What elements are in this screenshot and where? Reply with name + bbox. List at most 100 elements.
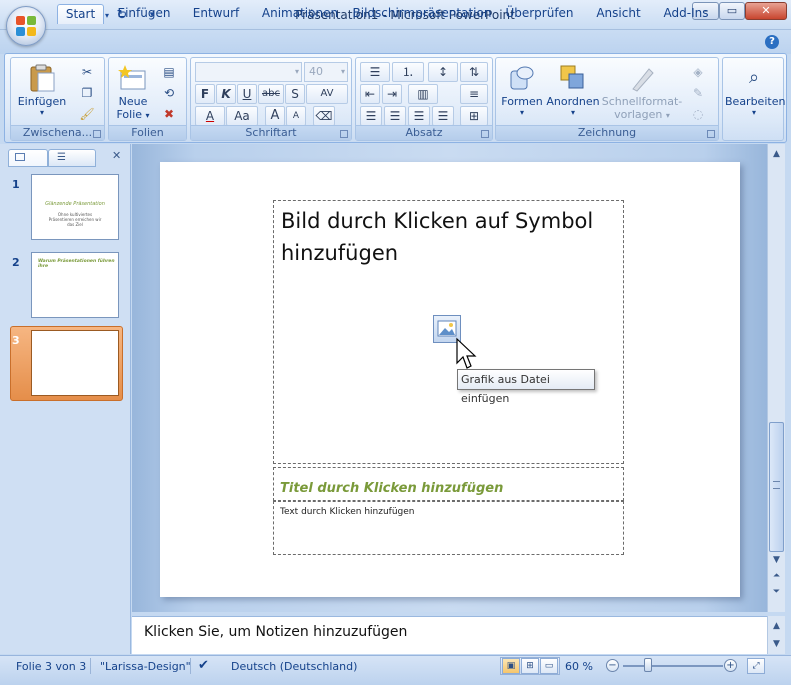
clipboard-launcher-icon[interactable] <box>93 130 101 138</box>
columns-icon[interactable]: ▥ <box>408 84 438 104</box>
slides-tab[interactable] <box>8 149 48 167</box>
zoom-level[interactable]: 60 % <box>565 660 593 673</box>
shadow-button[interactable]: S <box>285 84 305 104</box>
align-right-icon[interactable]: ☰ <box>408 106 430 126</box>
status-divider <box>90 658 91 674</box>
underline-button[interactable]: U <box>237 84 257 104</box>
text-placeholder-text: Text durch Klicken hinzufügen <box>280 507 415 517</box>
char-spacing-button[interactable]: AV <box>306 84 348 104</box>
edit-label: Bearbeiten <box>725 95 786 108</box>
strikethrough-button[interactable]: abc <box>258 84 284 104</box>
font-launcher-icon[interactable] <box>340 130 348 138</box>
scroll-up-icon[interactable]: ▲ <box>768 146 785 162</box>
tab-ueberpruefen[interactable]: Überprüfen <box>502 4 577 24</box>
slide-thumbnail[interactable]: Warum Präsentationen führen ihre <box>31 252 119 318</box>
notes-scroll-down-icon[interactable]: ▼ <box>768 636 785 652</box>
format-painter-icon[interactable]: 🖌 <box>79 106 95 122</box>
paragraph-launcher-icon[interactable] <box>481 130 489 138</box>
slide-sorter-icon[interactable]: ⊞ <box>521 658 539 674</box>
quick-styles-icon <box>627 63 657 93</box>
font-color-button[interactable]: A <box>195 106 225 126</box>
outline-tab-icon: ☰ <box>57 152 66 163</box>
shape-outline-icon[interactable]: ✎ <box>690 85 706 101</box>
slides-tab-icon <box>15 153 25 161</box>
close-button[interactable]: ✕ <box>745 2 787 20</box>
tab-add-ins[interactable]: Add-Ins <box>658 4 714 24</box>
grow-font-button[interactable]: A <box>265 106 285 126</box>
normal-view-icon[interactable]: ▣ <box>502 658 520 674</box>
close-pane-icon[interactable]: ✕ <box>112 149 121 162</box>
align-center-icon[interactable]: ☰ <box>384 106 406 126</box>
bold-button[interactable]: F <box>195 84 215 104</box>
slideshow-icon[interactable]: ▭ <box>540 658 558 674</box>
clear-format-icon[interactable]: ⌫ <box>313 106 335 126</box>
spellcheck-icon[interactable]: ✔ <box>198 658 209 673</box>
new-slide-button[interactable]: Neue Folie ▾ <box>113 63 153 121</box>
previous-slide-icon[interactable]: ⏶ <box>768 568 785 584</box>
shapes-button[interactable]: Formen ▾ <box>499 63 545 117</box>
align-left-icon[interactable]: ☰ <box>360 106 382 126</box>
scroll-thumb[interactable] <box>769 422 784 552</box>
justify-icon[interactable]: ☰ <box>432 106 454 126</box>
text-direction-icon[interactable]: ⇅ <box>460 62 488 82</box>
slide-thumbnail[interactable] <box>31 330 119 396</box>
zoom-out-icon[interactable]: − <box>606 659 619 672</box>
thumb-title: Warum Präsentationen führen ihre <box>38 259 115 269</box>
office-button[interactable] <box>6 6 46 46</box>
copy-icon[interactable]: ❐ <box>79 85 95 101</box>
change-case-button[interactable]: Aa <box>226 106 258 126</box>
theme-name[interactable]: "Larissa-Design" <box>100 660 191 673</box>
group-clipboard: Einfügen ▾ ✂ ❐ 🖌 Zwischena... <box>10 57 105 141</box>
slide-thumbnail[interactable]: Glänzende Präsentation Ohne kultiviertes… <box>31 174 119 240</box>
vertical-scrollbar[interactable]: ▲ ▼ ⏶ ⏷ <box>767 144 785 612</box>
italic-button[interactable]: K <box>216 84 236 104</box>
next-slide-icon[interactable]: ⏷ <box>768 584 785 600</box>
tab-entwurf[interactable]: Entwurf <box>187 4 245 24</box>
fit-to-window-icon[interactable]: ⤢ <box>747 658 765 674</box>
tab-ansicht[interactable]: Ansicht <box>591 4 646 24</box>
zoom-in-icon[interactable]: + <box>724 659 737 672</box>
shape-fill-icon[interactable]: ◈ <box>690 64 706 80</box>
quick-styles-label-2: vorlagen <box>614 108 663 121</box>
quick-styles-label-1: Schnellformat- <box>601 95 683 108</box>
tab-start[interactable]: Start <box>57 4 104 24</box>
notes-scrollbar[interactable]: ▲ ▼ <box>767 616 785 654</box>
paste-button[interactable]: Einfügen ▾ <box>17 63 67 117</box>
quick-styles-button[interactable]: Schnellformat- vorlagen ▾ <box>600 63 684 121</box>
align-text-icon[interactable]: ≡ <box>460 84 488 104</box>
ribbon: Einfügen ▾ ✂ ❐ 🖌 Zwischena... Neue Folie… <box>4 53 787 143</box>
group-slides: Neue Folie ▾ ▤ ⟲ ✖ Folien <box>108 57 187 141</box>
notes-scroll-up-icon[interactable]: ▲ <box>768 618 785 634</box>
title-placeholder-text: Titel durch Klicken hinzufügen <box>280 481 504 496</box>
layout-icon[interactable]: ▤ <box>161 64 177 80</box>
language-indicator[interactable]: Deutsch (Deutschland) <box>231 660 357 673</box>
maximize-button[interactable]: ▭ <box>719 2 745 20</box>
font-name-combo[interactable]: ▾ <box>195 62 302 82</box>
smartart-icon[interactable]: ⊞ <box>460 106 488 126</box>
scroll-down-icon[interactable]: ▼ <box>768 552 785 568</box>
help-icon[interactable]: ? <box>765 35 779 49</box>
reset-icon[interactable]: ⟲ <box>161 85 177 101</box>
shape-effects-icon[interactable]: ◌ <box>690 106 706 122</box>
drawing-launcher-icon[interactable] <box>707 130 715 138</box>
thumb-title: Glänzende Präsentation <box>45 201 105 207</box>
zoom-slider-thumb[interactable] <box>644 658 652 672</box>
tab-bildschirmpraesentation[interactable]: Bildschirmpräsentation <box>352 4 492 24</box>
cut-icon[interactable]: ✂ <box>79 64 95 80</box>
tab-einfuegen[interactable]: Einfügen <box>112 4 176 24</box>
outline-tab[interactable]: ☰ <box>48 149 96 167</box>
increase-indent-icon[interactable]: ⇥ <box>382 84 402 104</box>
line-spacing-icon[interactable]: ↕ <box>428 62 458 82</box>
zoom-slider[interactable] <box>623 665 723 667</box>
numbering-icon[interactable]: ⒈ <box>392 62 424 82</box>
edit-button[interactable]: ⌕ Bearbeiten ▾ <box>725 63 786 117</box>
tab-animationen[interactable]: Animationen <box>259 4 341 24</box>
font-size-combo[interactable]: 40 ▾ <box>304 62 348 82</box>
delete-slide-icon[interactable]: ✖ <box>161 106 177 122</box>
slide-number: 1 <box>12 178 20 191</box>
shrink-font-button[interactable]: A <box>286 106 306 126</box>
decrease-indent-icon[interactable]: ⇤ <box>360 84 380 104</box>
bullets-icon[interactable]: ☰ <box>360 62 390 82</box>
arrange-button[interactable]: Anordnen ▾ <box>546 63 600 117</box>
shapes-icon <box>507 63 537 93</box>
